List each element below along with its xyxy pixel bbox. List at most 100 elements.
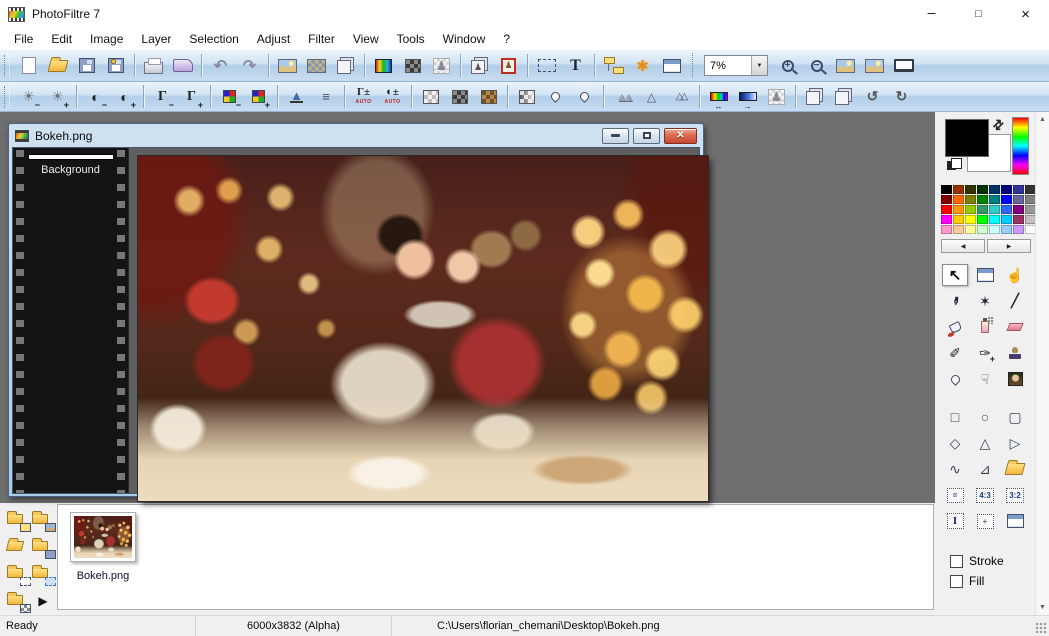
full-screen-button[interactable] — [889, 53, 918, 79]
pattern-dark-button[interactable] — [445, 84, 474, 110]
automate-button[interactable]: ♟ — [427, 53, 456, 79]
palette-color-swatch[interactable] — [965, 215, 976, 224]
tool-line[interactable]: ╱ — [1002, 290, 1028, 312]
palette-color-swatch[interactable] — [965, 205, 976, 214]
tool-move[interactable]: ☝ — [1002, 264, 1028, 286]
palette-color-swatch[interactable] — [977, 205, 988, 214]
open-image-button[interactable] — [43, 53, 72, 79]
variation-gradient-button[interactable]: → — [733, 84, 762, 110]
palette-color-swatch[interactable] — [1001, 205, 1012, 214]
menu-item[interactable]: Window — [434, 30, 495, 48]
palette-color-swatch[interactable] — [941, 215, 952, 224]
stroke-option[interactable]: Stroke — [950, 554, 1035, 568]
save-button[interactable] — [72, 53, 101, 79]
palette-color-swatch[interactable] — [941, 225, 952, 234]
saturation-minus-button[interactable]: − — [215, 84, 244, 110]
histogram-button[interactable]: ▲ — [282, 84, 311, 110]
new-image-button[interactable] — [14, 53, 43, 79]
tool-clone-stamp[interactable] — [1002, 342, 1028, 364]
strip-layer-manager-button[interactable] — [7, 510, 31, 532]
redo-button[interactable]: ↷ — [235, 53, 264, 79]
resize-grip[interactable] — [1035, 622, 1047, 634]
auto-contrast-button[interactable]: ◐± AUTO — [378, 84, 407, 110]
palette-color-swatch[interactable] — [941, 185, 952, 194]
selection-options-button[interactable] — [1002, 510, 1028, 532]
load-selection-button[interactable] — [1002, 458, 1028, 480]
selection-coords-button[interactable]: = — [942, 484, 968, 506]
tool-art-brush[interactable] — [1002, 368, 1028, 390]
palette-color-swatch[interactable] — [953, 185, 964, 194]
palette-color-swatch[interactable] — [953, 205, 964, 214]
shape-right-triangle[interactable]: ▷ — [1002, 432, 1028, 454]
palette-next-button[interactable]: ▶ — [987, 239, 1031, 253]
brightness-plus-button[interactable]: ☀ + — [43, 84, 72, 110]
mirror-vertical-button[interactable] — [829, 84, 858, 110]
doc-close-button[interactable]: ✕ — [664, 127, 697, 144]
palette-color-swatch[interactable] — [989, 225, 1000, 234]
sharpen-more-button[interactable]: △△ — [666, 84, 695, 110]
palette-color-swatch[interactable] — [1013, 215, 1024, 224]
palette-color-swatch[interactable] — [989, 195, 1000, 204]
menu-item[interactable]: Layer — [132, 30, 180, 48]
tool-eraser[interactable] — [1002, 316, 1028, 338]
menu-item[interactable]: Filter — [299, 30, 344, 48]
palette-color-swatch[interactable] — [953, 225, 964, 234]
tool-advanced-brush[interactable]: ✑ + — [972, 342, 998, 364]
palette-color-swatch[interactable] — [1013, 205, 1024, 214]
shape-lasso[interactable]: ∿ — [942, 458, 968, 480]
selection-ratio-32-button[interactable]: 3:2 — [1002, 484, 1028, 506]
swap-colors-icon[interactable]: ⇄ — [989, 115, 1008, 134]
foreground-color-swatch[interactable] — [945, 119, 989, 157]
selection-text-button[interactable]: I — [942, 510, 968, 532]
menu-item[interactable]: Tools — [388, 30, 434, 48]
auto-levels-button[interactable]: Γ± AUTO — [349, 84, 378, 110]
contrast-minus-button[interactable]: ◐ − — [81, 84, 110, 110]
layer-thumbnail[interactable] — [28, 155, 113, 159]
blur-more-button[interactable] — [570, 84, 599, 110]
doc-minimize-button[interactable] — [602, 127, 629, 144]
tool-blur[interactable] — [942, 368, 968, 390]
menu-item[interactable]: Edit — [42, 30, 81, 48]
tool-selection-manager[interactable] — [972, 264, 998, 286]
show-selection-button[interactable] — [532, 53, 561, 79]
palette-color-swatch[interactable] — [1001, 215, 1012, 224]
export-frame-button[interactable]: ♟ — [494, 53, 523, 79]
manual-selection-button[interactable]: + — [972, 510, 998, 532]
zoom-out-button[interactable]: − — [802, 53, 831, 79]
scan-button[interactable] — [168, 53, 197, 79]
variation-hue-button[interactable]: ↔ — [704, 84, 733, 110]
shape-polygon[interactable]: ⊿ — [972, 458, 998, 480]
gamma-minus-button[interactable]: Γ − — [148, 84, 177, 110]
strip-more-button[interactable]: ▶ — [32, 591, 54, 611]
scroll-down-icon[interactable]: ▼ — [1039, 604, 1046, 611]
fill-option[interactable]: Fill — [950, 574, 1035, 588]
menu-item[interactable]: Image — [81, 30, 132, 48]
undo-button[interactable]: ↶ — [206, 53, 235, 79]
toolbar-grip[interactable] — [4, 85, 10, 108]
rotate-left-button[interactable]: ↺ — [858, 84, 887, 110]
levels-button[interactable]: ≡ — [311, 84, 340, 110]
pattern-gray-button[interactable] — [416, 84, 445, 110]
relief-button[interactable]: ▲▲ — [608, 84, 637, 110]
canvas-image[interactable] — [137, 155, 709, 502]
fit-image-button[interactable] — [831, 53, 860, 79]
blur-button[interactable] — [541, 84, 570, 110]
document-title-bar[interactable]: Bokeh.png ✕ — [12, 124, 700, 147]
module-manager-button[interactable] — [657, 53, 686, 79]
stroke-checkbox[interactable] — [950, 554, 963, 568]
text-button[interactable]: T — [561, 53, 590, 79]
copy-merged-button[interactable]: ♟ — [465, 53, 494, 79]
strip-add-image-button[interactable] — [32, 510, 56, 532]
shape-ellipse[interactable]: ○ — [972, 406, 998, 428]
scroll-up-icon[interactable]: ▲ — [1039, 116, 1046, 123]
default-colors-icon[interactable] — [947, 158, 962, 170]
strip-load-selection-button[interactable] — [32, 564, 56, 586]
gamma-plus-button[interactable]: Γ + — [177, 84, 206, 110]
palette-color-swatch[interactable] — [965, 195, 976, 204]
palette-color-swatch[interactable] — [941, 205, 952, 214]
tool-smudge[interactable]: ☟ — [972, 368, 998, 390]
save-as-button[interactable] — [101, 53, 130, 79]
palette-color-swatch[interactable] — [977, 195, 988, 204]
palette-color-swatch[interactable] — [977, 215, 988, 224]
shape-triangle[interactable]: △ — [972, 432, 998, 454]
